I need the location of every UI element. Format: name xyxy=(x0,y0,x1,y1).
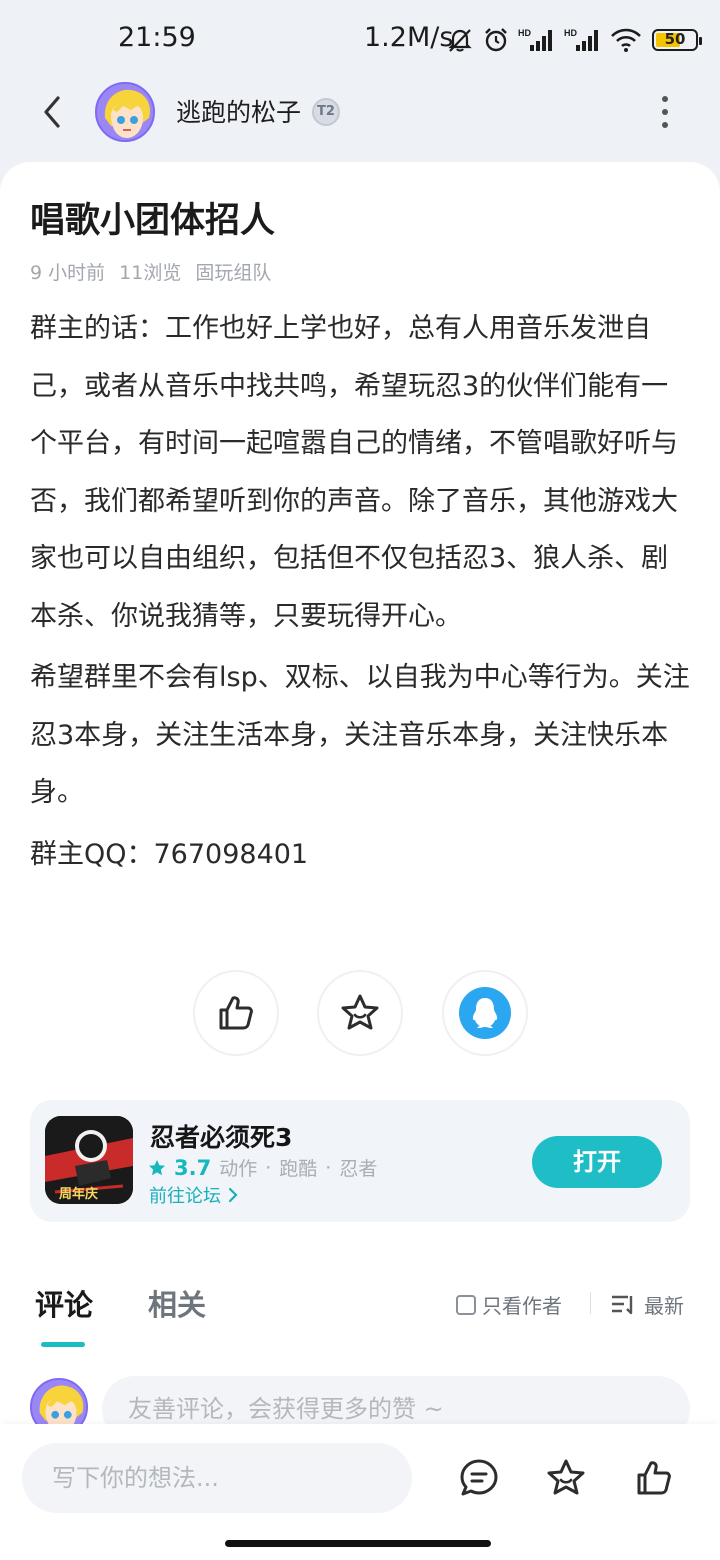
qq-icon xyxy=(459,987,511,1039)
post-meta: 9 小时前 11浏览 固玩组队 xyxy=(30,258,271,285)
sort-label: 最新 xyxy=(644,1294,684,1318)
comment-icon xyxy=(460,1459,498,1496)
avatar[interactable] xyxy=(95,82,155,142)
author-username[interactable]: 逃跑的松子 xyxy=(176,93,301,129)
mute-bell-icon xyxy=(448,29,472,52)
sort-icon xyxy=(612,1295,633,1314)
more-dot-icon xyxy=(662,96,668,102)
game-rating-row: 3.7 动作 · 跑酷 · 忍者 xyxy=(148,1154,377,1181)
anime-avatar-icon xyxy=(97,84,153,140)
hd-signal-icon: HD xyxy=(564,28,598,51)
post-views: 11浏览 xyxy=(119,262,182,284)
write-comment-input[interactable]: 写下你的想法... xyxy=(22,1443,412,1513)
post-body: 群主的话：工作也好上学也好，总有人用音乐发泄自己，或者从音乐中找共鸣，希望玩忍3… xyxy=(30,300,690,883)
post-time: 9 小时前 xyxy=(30,262,106,284)
game-tag: 跑酷 xyxy=(279,1158,318,1180)
chevron-right-icon xyxy=(228,1187,238,1203)
star-icon xyxy=(149,1159,165,1175)
post-paragraph: 群主QQ：767098401 xyxy=(30,838,309,870)
more-options-button[interactable] xyxy=(648,92,682,132)
tag-separator: · xyxy=(265,1156,272,1179)
author-only-label: 只看作者 xyxy=(482,1294,562,1318)
like-button[interactable] xyxy=(630,1454,678,1502)
game-tag: 动作 xyxy=(219,1158,258,1180)
forum-link-label: 前往论坛 xyxy=(149,1186,221,1207)
more-dot-icon xyxy=(662,122,668,128)
game-icon[interactable]: 周年庆 xyxy=(45,1116,133,1204)
post-category[interactable]: 固玩组队 xyxy=(195,258,271,285)
level-badge: T2 xyxy=(312,98,340,126)
back-arrow-icon xyxy=(44,96,60,128)
svg-text:HD: HD xyxy=(518,28,531,38)
post-paragraph: 群主的话：工作也好上学也好，总有人用音乐发泄自己，或者从音乐中找共鸣，希望玩忍3… xyxy=(30,313,678,632)
qq-share-button[interactable] xyxy=(442,970,528,1056)
game-name[interactable]: 忍者必须死3 xyxy=(150,1118,292,1154)
hd-signal-icon: HD xyxy=(518,28,552,51)
post-paragraph: 希望群里不会有lsp、双标、以自我为中心等行为。关注忍3本身，关注生活本身，关注… xyxy=(30,662,690,808)
game-tag: 忍者 xyxy=(339,1158,378,1180)
active-tab-indicator xyxy=(41,1342,85,1347)
status-icons: HD HD 50 xyxy=(446,24,702,56)
sort-button[interactable]: 最新 xyxy=(610,1290,684,1319)
alarm-icon xyxy=(485,28,507,52)
home-indicator[interactable] xyxy=(225,1540,491,1547)
tab-related[interactable]: 相关 xyxy=(148,1282,206,1324)
thumbs-up-icon xyxy=(219,996,253,1030)
star-icon xyxy=(547,1459,585,1495)
tag-separator: · xyxy=(325,1156,332,1179)
back-button[interactable] xyxy=(30,88,74,136)
svg-text:HD: HD xyxy=(564,28,577,38)
open-game-button[interactable]: 打开 xyxy=(532,1136,662,1188)
more-dot-icon xyxy=(662,109,668,115)
game-rating: 3.7 xyxy=(174,1155,212,1180)
author-only-toggle[interactable]: 只看作者 xyxy=(456,1290,562,1319)
divider xyxy=(590,1292,591,1314)
comment-button[interactable] xyxy=(455,1454,503,1502)
forum-link[interactable]: 前往论坛 xyxy=(149,1182,239,1208)
like-button[interactable] xyxy=(193,970,279,1056)
star-icon xyxy=(341,994,379,1030)
battery-level: 50 xyxy=(664,30,686,48)
wifi-icon xyxy=(611,28,641,52)
favorite-button[interactable] xyxy=(542,1454,590,1502)
post-title: 唱歌小团体招人 xyxy=(30,201,276,241)
checkbox-icon xyxy=(456,1294,476,1315)
game-icon-label: 周年庆 xyxy=(59,1186,98,1202)
thumbs-up-icon xyxy=(637,1461,671,1495)
favorite-button[interactable] xyxy=(317,970,403,1056)
status-time: 21:59 xyxy=(118,22,196,53)
tab-comments[interactable]: 评论 xyxy=(35,1282,93,1324)
network-speed: 1.2M/s xyxy=(364,22,454,53)
battery-icon: 50 xyxy=(652,29,702,51)
